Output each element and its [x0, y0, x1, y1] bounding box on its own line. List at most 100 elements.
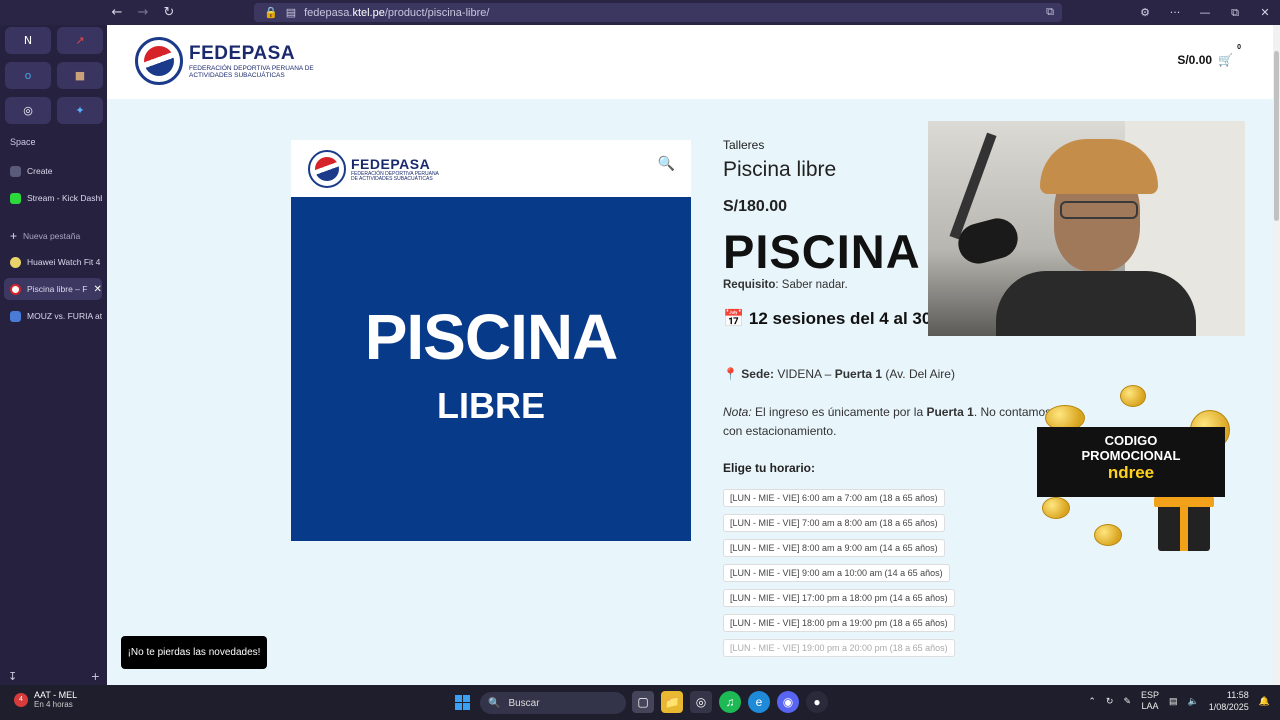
fedepasa-seal: [308, 150, 346, 188]
windows-start-icon[interactable]: [455, 695, 470, 710]
clock[interactable]: 11:58 1/08/2025: [1209, 689, 1249, 713]
maximize-icon[interactable]: ⧉: [1220, 6, 1250, 20]
sidebar-tab-create[interactable]: Create: [4, 160, 102, 182]
tab-label: Huawei Watch Fit 4: [27, 257, 101, 267]
close-tab-icon[interactable]: ✕: [93, 284, 101, 295]
tab-label: Piscina libre – F: [27, 284, 88, 294]
sidebar-tab-huawei[interactable]: Huawei Watch Fit 4: [4, 251, 102, 273]
add-icon[interactable]: +: [91, 670, 100, 683]
scrollbar-thumb[interactable]: [1274, 51, 1279, 221]
schedule-option[interactable]: [LUN - MIE - VIE] 6:00 am a 7:00 am (18 …: [723, 489, 945, 507]
volume-icon[interactable]: 🔈: [1188, 696, 1199, 707]
discord-icon[interactable]: ◉: [777, 691, 799, 713]
sidebar-tab-kick[interactable]: Stream - Kick Dashb: [4, 187, 102, 209]
coin-icon: [1042, 497, 1070, 519]
extensions-icon[interactable]: ⚙: [1130, 6, 1160, 19]
promo-line: CODIGO: [1104, 433, 1158, 448]
pen-icon[interactable]: ✎: [1123, 696, 1131, 707]
pinned-tab[interactable]: N: [5, 27, 51, 54]
image-logo: FEDEPASA Federación Deportiva Peruana de…: [308, 150, 441, 188]
fedepasa-seal: [135, 37, 183, 85]
create-icon: [10, 165, 21, 177]
downloads-icon[interactable]: ↧: [8, 670, 17, 683]
newsletter-toast[interactable]: ¡No te pierdas las novedades!: [121, 636, 267, 669]
network-icon[interactable]: ▤: [1169, 696, 1178, 707]
pin-icon: 📍: [723, 367, 738, 381]
widget-subtitle: En 4 horas: [34, 700, 73, 709]
huawei-icon: [10, 256, 21, 268]
webcam-overlay: [928, 121, 1245, 336]
lock-icon: 🔒: [264, 7, 278, 19]
close-window-icon[interactable]: ✕: [1250, 6, 1280, 19]
promo-code: ndree: [1107, 463, 1155, 482]
space-label: Space: [10, 137, 36, 147]
schedule-option[interactable]: [LUN - MIE - VIE] 9:00 am a 10:00 am (14…: [723, 564, 950, 582]
site-info-icon[interactable]: ▤: [286, 6, 296, 19]
sidebar-tab-piscina[interactable]: Piscina libre – F ✕: [4, 278, 102, 300]
notifications-icon[interactable]: 🔔: [1259, 696, 1270, 707]
show-hidden-icons[interactable]: ⌃: [1088, 696, 1096, 707]
product-image[interactable]: FEDEPASA Federación Deportiva Peruana de…: [291, 140, 691, 541]
browser-app-icon[interactable]: ◎: [690, 691, 712, 713]
hltv-icon: [10, 310, 21, 322]
cart-count: 0: [1237, 44, 1241, 51]
image-title: PISCINA: [364, 301, 619, 373]
image-subtitle: LIBRE: [437, 385, 545, 426]
language-indicator[interactable]: ESP LAA: [1141, 690, 1159, 712]
cart-icon: 🛒: [1218, 53, 1233, 67]
pinned-tab[interactable]: o: [5, 62, 51, 89]
kick-icon: [10, 192, 21, 204]
plus-icon: +: [10, 229, 18, 243]
zoom-icon[interactable]: 🔍: [658, 156, 675, 172]
minimize-icon[interactable]: —: [1190, 6, 1220, 19]
lang-code: ESP: [1140, 690, 1159, 700]
schedule-option[interactable]: [LUN - MIE - VIE] 7:00 am a 8:00 am (18 …: [723, 514, 945, 532]
reload-icon[interactable]: ↻: [156, 0, 182, 25]
site-logo[interactable]: FEDEPASA Federación Deportiva Peruana de…: [135, 37, 339, 85]
taskbar-search[interactable]: 🔍 Buscar: [480, 692, 626, 714]
search-placeholder: Buscar: [508, 697, 540, 709]
note: Nota: El ingreso es únicamente por la Pu…: [723, 405, 1052, 438]
cart-button[interactable]: S/0.00 🛒 0: [1177, 44, 1241, 67]
pinned-tab[interactable]: ◎: [5, 97, 51, 124]
file-explorer-icon[interactable]: 📁: [661, 691, 683, 713]
forward-icon[interactable]: →: [130, 0, 156, 25]
edge-icon[interactable]: e: [748, 691, 770, 713]
schedule-option[interactable]: [LUN - MIE - VIE] 8:00 am a 9:00 am (14 …: [723, 539, 945, 557]
pinned-tab[interactable]: ✦: [57, 97, 103, 124]
logo-name: FEDEPASA: [351, 155, 431, 172]
schedule-option: [LUN - MIE - VIE] 19:00 pm a 20:00 pm (1…: [723, 639, 955, 657]
new-tab-button[interactable]: + Nueva pestaña: [4, 225, 102, 247]
site-header: FEDEPASA Federación Deportiva Peruana de…: [107, 25, 1273, 99]
clock-time: 11:58: [1226, 690, 1249, 700]
back-icon[interactable]: ←: [104, 0, 130, 25]
url-text: fedepasa.ktel.pe/product/piscina-libre/: [304, 6, 490, 19]
gift-icon: [1154, 497, 1214, 551]
schedule-option[interactable]: [LUN - MIE - VIE] 18:00 pm a 19:00 pm (1…: [723, 614, 955, 632]
widget-title: AAT - MEL: [34, 690, 78, 700]
copy-link-icon[interactable]: ⧉: [1046, 6, 1054, 19]
task-view-icon[interactable]: ▢: [632, 691, 654, 713]
tab-label: Nueva pestaña: [23, 231, 81, 241]
weather-widget[interactable]: 4 AAT - MEL En 4 horas: [14, 690, 77, 709]
coin-icon: [1094, 524, 1122, 546]
schedule-option[interactable]: [LUN - MIE - VIE] 17:00 pm a 18:00 pm (1…: [723, 589, 955, 607]
coin-icon: [1120, 385, 1146, 407]
calendar-icon: 📅: [723, 309, 745, 328]
pinned-tab[interactable]: ↗: [57, 27, 103, 54]
notification-badge: 4: [14, 692, 28, 707]
logo-subtitle: Federación Deportiva Peruana de Activida…: [189, 65, 314, 79]
page-scrollbar[interactable]: [1273, 25, 1280, 685]
browser-sidebar: N ↗ o ■ ◎ ✦ Space Create Stream - Kick D…: [0, 25, 107, 685]
venue-line: 📍 Sede: VIDENA – Puerta 1 (Av. Del Aire): [723, 367, 955, 381]
more-icon[interactable]: ···: [1160, 6, 1190, 19]
tab-label: Create: [27, 166, 53, 176]
spotify-icon[interactable]: ♫: [719, 691, 741, 713]
promo-line: PROMOCIONAL: [1081, 448, 1181, 463]
address-bar[interactable]: 🔒 ▤ fedepasa.ktel.pe/product/piscina-lib…: [254, 3, 1062, 22]
obs-icon[interactable]: ●: [806, 691, 828, 713]
sync-icon[interactable]: ↻: [1106, 696, 1114, 707]
pinned-tab[interactable]: ■: [57, 62, 103, 89]
sidebar-tab-mouz[interactable]: MOUZ vs. FURIA at: [4, 305, 102, 327]
tab-label: MOUZ vs. FURIA at: [27, 311, 102, 321]
